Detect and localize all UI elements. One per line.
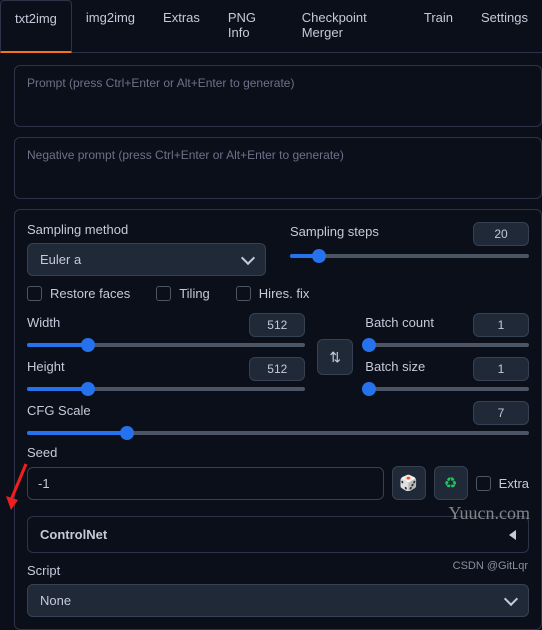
- sampling-method-value: Euler a: [40, 252, 81, 267]
- tab-checkpoint-merger[interactable]: Checkpoint Merger: [288, 0, 410, 52]
- chevron-down-icon: [504, 591, 518, 605]
- height-slider[interactable]: [27, 387, 305, 391]
- negative-prompt-input[interactable]: Negative prompt (press Ctrl+Enter or Alt…: [14, 137, 542, 199]
- height-label: Height: [27, 359, 239, 374]
- cfg-scale-slider[interactable]: [27, 431, 529, 435]
- height-value[interactable]: 512: [249, 357, 305, 381]
- cfg-scale-value[interactable]: 7: [473, 401, 529, 425]
- sampling-steps-label: Sampling steps: [290, 224, 463, 239]
- swap-icon: ⇅: [329, 349, 341, 366]
- tab-train[interactable]: Train: [410, 0, 467, 52]
- tab-bar: txt2img img2img Extras PNG Info Checkpoi…: [0, 0, 542, 53]
- tab-txt2img[interactable]: txt2img: [0, 0, 72, 53]
- tab-img2img[interactable]: img2img: [72, 0, 149, 52]
- watermark: Yuucn.com: [449, 503, 530, 524]
- tab-extras[interactable]: Extras: [149, 0, 214, 52]
- controlnet-label: ControlNet: [40, 527, 107, 542]
- credit-text: CSDN @GitLqr: [453, 560, 528, 572]
- triangle-left-icon: [509, 530, 516, 540]
- seed-extra-checkbox[interactable]: Extra: [476, 476, 529, 491]
- tab-settings[interactable]: Settings: [467, 0, 542, 52]
- batch-size-value[interactable]: 1: [473, 357, 529, 381]
- script-select[interactable]: None: [27, 584, 529, 617]
- sampling-method-select[interactable]: Euler a: [27, 243, 266, 276]
- swap-dimensions-button[interactable]: ⇅: [317, 339, 353, 375]
- seed-reuse-button[interactable]: ♻: [434, 466, 468, 500]
- recycle-icon: ♻: [444, 474, 457, 492]
- width-slider[interactable]: [27, 343, 305, 347]
- prompt-input[interactable]: Prompt (press Ctrl+Enter or Alt+Enter to…: [14, 65, 542, 127]
- tab-pnginfo[interactable]: PNG Info: [214, 0, 288, 52]
- batch-count-value[interactable]: 1: [473, 313, 529, 337]
- sampling-method-label: Sampling method: [27, 222, 266, 237]
- tiling-checkbox[interactable]: Tiling: [156, 286, 210, 301]
- hires-fix-checkbox[interactable]: Hires. fix: [236, 286, 310, 301]
- seed-label: Seed: [27, 445, 529, 460]
- chevron-down-icon: [241, 250, 255, 264]
- restore-faces-checkbox[interactable]: Restore faces: [27, 286, 130, 301]
- dice-icon: 🎲: [399, 474, 418, 492]
- seed-input[interactable]: -1: [27, 467, 384, 500]
- batch-size-slider[interactable]: [365, 387, 529, 391]
- width-label: Width: [27, 315, 239, 330]
- script-value: None: [40, 593, 71, 608]
- batch-size-label: Batch size: [365, 359, 463, 374]
- sampling-steps-slider[interactable]: [290, 254, 529, 258]
- seed-random-button[interactable]: 🎲: [392, 466, 426, 500]
- batch-count-label: Batch count: [365, 315, 463, 330]
- batch-count-slider[interactable]: [365, 343, 529, 347]
- sampling-steps-value[interactable]: 20: [473, 222, 529, 246]
- width-value[interactable]: 512: [249, 313, 305, 337]
- cfg-scale-label: CFG Scale: [27, 403, 463, 418]
